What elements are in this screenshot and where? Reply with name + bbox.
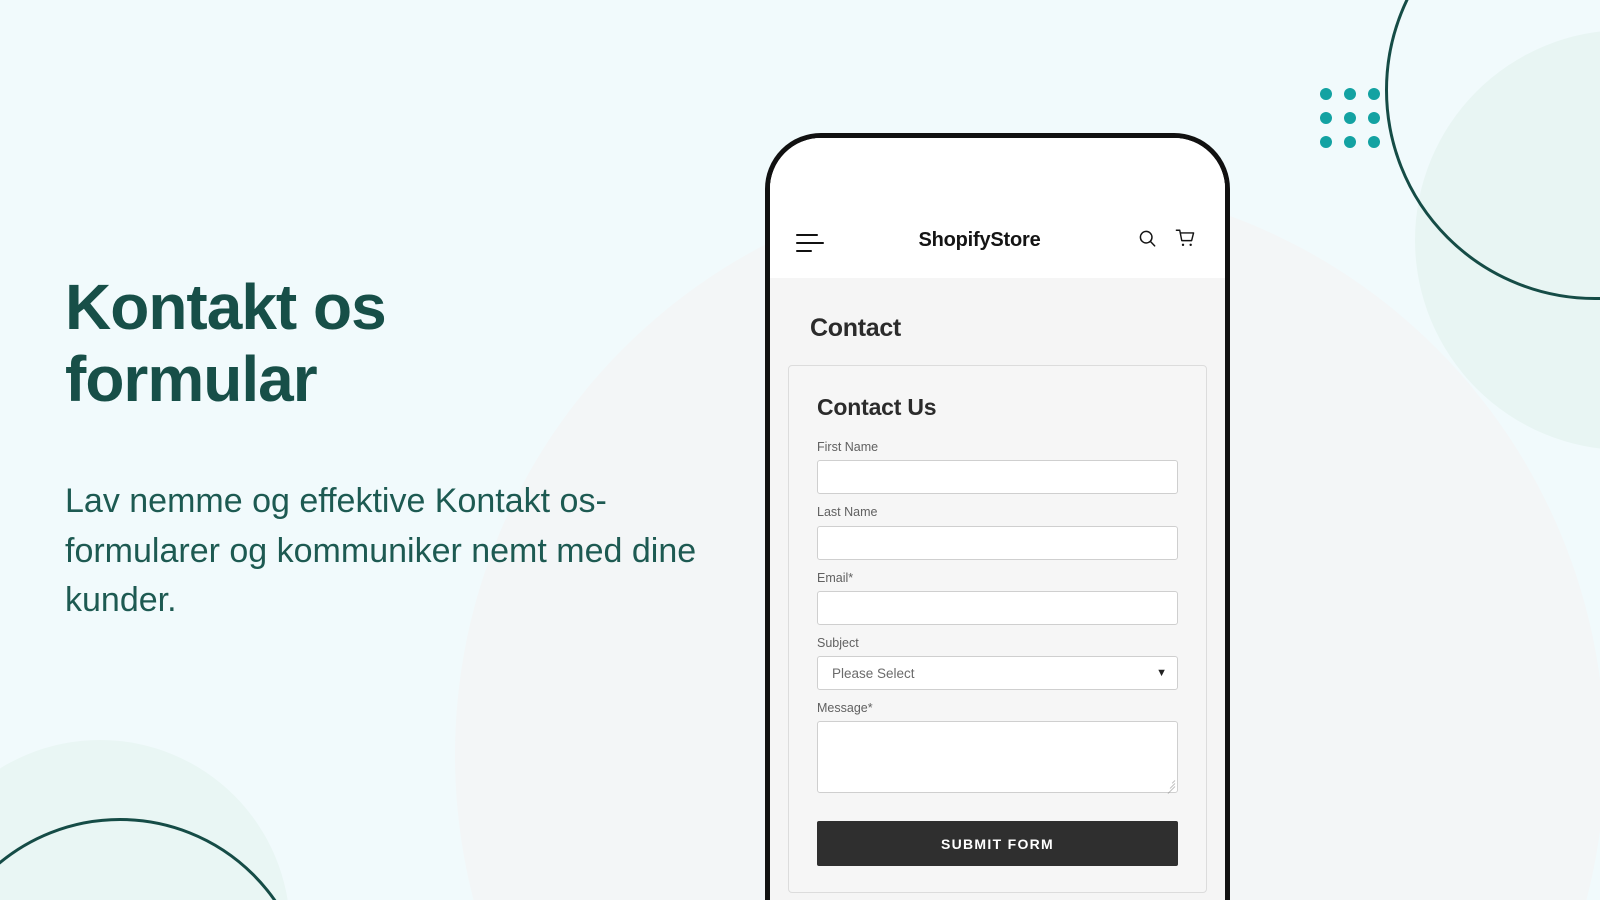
store-header: ShopifyStore	[770, 138, 1225, 278]
hamburger-line	[796, 242, 824, 244]
hero-copy: Kontakt os formular Lav nemme og effekti…	[65, 271, 765, 625]
dot	[1320, 136, 1332, 148]
dot	[1320, 112, 1332, 124]
last-name-input[interactable]	[817, 525, 1178, 560]
first-name-label: First Name	[817, 440, 879, 454]
subject-select-wrapper: Please Select ▼	[817, 656, 1178, 690]
hero-subtitle: Lav nemme og effektive Kontakt os-formul…	[65, 482, 697, 619]
first-name-input[interactable]	[817, 460, 1178, 495]
dot	[1368, 112, 1380, 124]
page-title: Contact	[810, 314, 901, 342]
phone-screen: ShopifyStore Contact Contact Us First Na…	[770, 138, 1225, 900]
hamburger-icon[interactable]	[796, 234, 826, 252]
dot	[1344, 136, 1356, 148]
field-subject: Subject Please Select ▼	[817, 635, 1178, 690]
search-icon[interactable]	[1133, 224, 1161, 252]
subject-label: Subject	[817, 635, 859, 650]
top-right-filled-circle	[1415, 30, 1600, 450]
field-message: Message*	[817, 700, 1178, 795]
dot-grid-decoration	[1320, 88, 1380, 148]
message-input[interactable]	[817, 721, 1178, 794]
dot	[1368, 88, 1380, 100]
store-name[interactable]: ShopifyStore	[836, 229, 1123, 252]
hamburger-line	[796, 234, 818, 236]
top-right-outline-circle	[1385, 0, 1600, 300]
email-input[interactable]	[817, 590, 1178, 625]
hero-title: Kontakt os formular	[65, 271, 387, 415]
message-label: Message*	[817, 701, 873, 715]
field-first-name: First Name	[817, 439, 1178, 495]
subject-select[interactable]: Please Select	[817, 656, 1178, 690]
cart-icon[interactable]	[1171, 224, 1199, 252]
dot	[1320, 88, 1332, 100]
field-last-name: Last Name	[817, 504, 1178, 560]
phone-mockup: ShopifyStore Contact Contact Us First Na…	[765, 133, 1230, 900]
bottom-left-outline-circle	[0, 818, 310, 900]
submit-form-button[interactable]: SUBMIT FORM	[817, 821, 1178, 867]
contact-page-body: Contact Contact Us First Name Last Name …	[770, 278, 1225, 900]
form-heading: Contact Us	[817, 394, 937, 420]
contact-form-card: Contact Us First Name Last Name Email* S…	[788, 365, 1207, 894]
dot	[1368, 136, 1380, 148]
dot	[1344, 112, 1356, 124]
field-email: Email*	[817, 570, 1178, 625]
bottom-left-filled-circle	[0, 740, 290, 900]
last-name-label: Last Name	[817, 505, 878, 520]
message-textarea-wrapper	[817, 721, 1178, 795]
hamburger-line	[796, 250, 812, 252]
dot	[1344, 88, 1356, 100]
email-label: Email*	[817, 570, 854, 585]
